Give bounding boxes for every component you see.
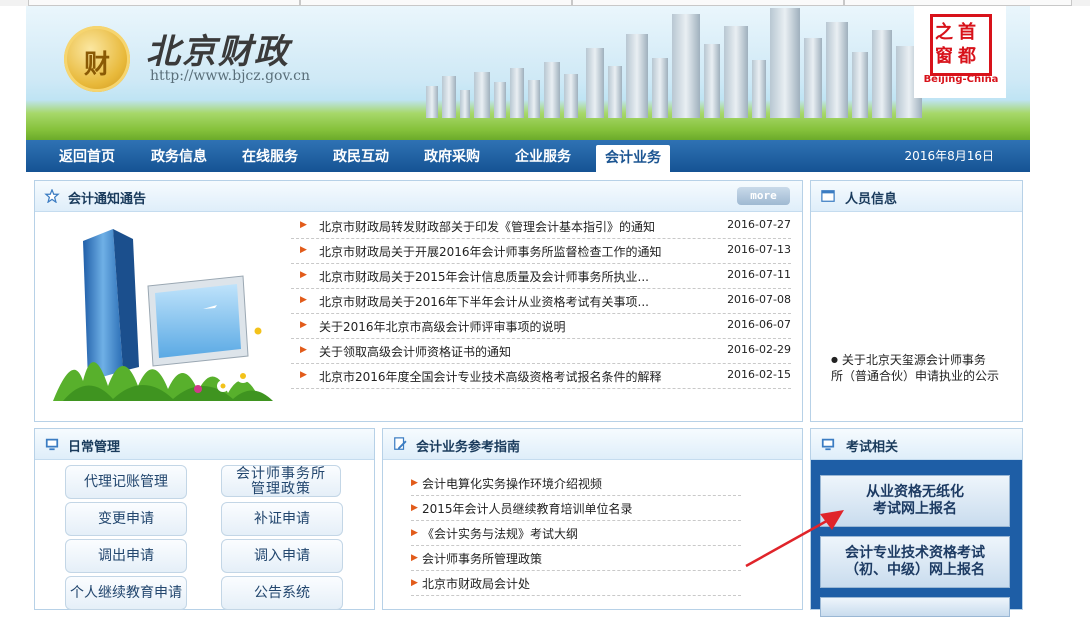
nav-procurement[interactable]: 政府采购 — [411, 140, 493, 172]
guide-row[interactable]: ▶ 2015年会计人员继续教育培训单位名录 — [411, 495, 741, 521]
nav-online-service[interactable]: 在线服务 — [229, 140, 311, 172]
reissue-request-button[interactable]: 补证申请 — [221, 502, 343, 536]
nav-interaction[interactable]: 政民互动 — [320, 140, 402, 172]
star-icon — [44, 189, 60, 203]
site-banner: 财 北京财政 http://www.bjcz.gov.cn — [26, 6, 1030, 140]
notice-row[interactable]: ▶ 北京市财政局关于开展2016年会计师事务所监督检查工作的通知 2016-07… — [291, 238, 791, 264]
notice-row[interactable]: ▶ 北京市财政局转发财政部关于印发《管理会计基本指引》的通知 2016-07-2… — [291, 213, 791, 239]
nav-accounting[interactable]: 会计业务 — [596, 145, 670, 172]
guide-row[interactable]: ▶ 北京市财政局会计处 — [411, 570, 741, 596]
bullet-arrow-icon: ▶ — [300, 345, 307, 355]
bullet-arrow-icon: ▶ — [300, 270, 307, 280]
bookkeeping-button[interactable]: 代理记账管理 — [65, 465, 187, 499]
daily-title: 日常管理 — [68, 440, 121, 455]
daily-management-panel: 日常管理 代理记账管理 会计师事务所 管理政策 变更申请 补证申请 调出申请 调… — [34, 428, 375, 610]
red-arrow-annotation — [745, 510, 844, 568]
logo-char: 窗 — [935, 46, 953, 67]
logo-char: 都 — [958, 46, 976, 67]
firm-policy-button[interactable]: 会计师事务所 管理政策 — [221, 465, 341, 497]
site-title: 北京财政 — [146, 32, 290, 72]
current-date: 2016年8月16日 — [904, 149, 994, 163]
daily-header: 日常管理 — [35, 429, 374, 460]
personnel-item[interactable]: ● 关于北京天玺源会计师事务 所（普通合伙）申请执业的公示 — [831, 353, 999, 384]
nav-home[interactable]: 返回首页 — [46, 140, 128, 172]
exam-title: 考试相关 — [846, 440, 899, 455]
nav-gov-info[interactable]: 政务信息 — [138, 140, 220, 172]
bullet-arrow-icon: ▶ — [300, 320, 307, 330]
main-nav: 返回首页 政务信息 在线服务 政民互动 政府采购 企业服务 会计业务 2016年… — [26, 140, 1030, 172]
finance-seal-logo: 财 — [64, 26, 130, 92]
notices-panel: 会计通知通告 more ▶ 北京市财政局转发财政部关于印发《管理会计基本指引》的… — [34, 180, 803, 422]
guide-header: 会计业务参考指南 — [383, 429, 802, 460]
bullet-arrow-icon: ▶ — [300, 295, 307, 305]
more-button[interactable]: more — [737, 187, 790, 205]
guide-row[interactable]: ▶ 会计电算化实务操作环境介绍视频 — [411, 470, 741, 496]
exam-header: 考试相关 — [811, 429, 1022, 460]
logo-char: 首 — [958, 22, 976, 43]
bullet-arrow-icon: ▶ — [300, 370, 307, 380]
personnel-title: 人员信息 — [845, 192, 898, 207]
notice-row[interactable]: ▶ 关于2016年北京市高级会计师评审事项的说明 2016-06-07 — [291, 313, 791, 339]
guide-row[interactable]: ▶ 会计师事务所管理政策 — [411, 545, 741, 571]
notice-row[interactable]: ▶ 北京市财政局关于2016年下半年会计从业资格考试有关事项... 2016-0… — [291, 288, 791, 314]
monitor-icon — [45, 438, 59, 451]
personnel-header: 人员信息 — [811, 181, 1022, 212]
notice-row[interactable]: ▶ 北京市2016年度全国会计专业技术高级资格考试报名条件的解释 2016-02… — [291, 363, 791, 389]
site-url: http://www.bjcz.gov.cn — [150, 68, 311, 84]
bullet-arrow-icon: ▶ — [411, 578, 418, 588]
notices-header: 会计通知通告 more — [35, 181, 802, 212]
exam-more-button[interactable] — [820, 597, 1010, 617]
notice-row[interactable]: ▶ 关于领取高级会计师资格证书的通知 2016-02-29 — [291, 338, 791, 364]
computer-grass-illustration — [53, 229, 273, 401]
document-edit-icon — [394, 437, 407, 450]
bullet-arrow-icon: ▶ — [411, 478, 418, 488]
notice-row[interactable]: ▶ 北京市财政局关于2015年会计信息质量及会计师事务所执业... 2016-0… — [291, 263, 791, 289]
change-request-button[interactable]: 变更申请 — [65, 502, 187, 536]
notices-title: 会计通知通告 — [68, 192, 147, 207]
transfer-in-button[interactable]: 调入申请 — [221, 539, 343, 573]
dot-bullet-icon: ● — [831, 355, 838, 364]
monitor-icon — [821, 438, 835, 451]
bullet-arrow-icon: ▶ — [300, 220, 307, 230]
bullet-arrow-icon: ▶ — [411, 503, 418, 513]
transfer-out-button[interactable]: 调出申请 — [65, 539, 187, 573]
nav-enterprise[interactable]: 企业服务 — [502, 140, 584, 172]
continuing-education-button[interactable]: 个人继续教育申请 — [65, 576, 187, 610]
guide-row[interactable]: ▶ 《会计实务与法规》考试大纲 — [411, 520, 741, 546]
personnel-panel: 人员信息 ● 关于北京天玺源会计师事务 所（普通合伙）申请执业的公示 — [810, 180, 1023, 422]
bullet-arrow-icon: ▶ — [411, 528, 418, 538]
window-icon — [821, 190, 835, 202]
capital-window-logo[interactable]: 首 都 之 窗 Beijing-China — [914, 6, 1006, 98]
guide-title: 会计业务参考指南 — [416, 440, 521, 455]
logo-caption: Beijing-China — [923, 74, 999, 85]
announcement-system-button[interactable]: 公告系统 — [221, 576, 343, 610]
bullet-arrow-icon: ▶ — [300, 245, 307, 255]
bullet-arrow-icon: ▶ — [411, 553, 418, 563]
logo-char: 之 — [935, 22, 953, 43]
